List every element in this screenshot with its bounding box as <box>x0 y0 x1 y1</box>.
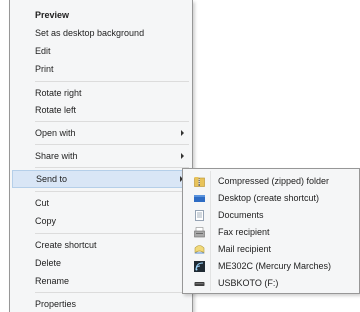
menu-item-rotate-right[interactable]: Rotate right <box>12 84 190 102</box>
menu-separator <box>35 121 189 122</box>
menu-item-label: Open with <box>35 128 76 138</box>
menu-item-label: Rename <box>35 276 70 286</box>
menu-item-create-shortcut[interactable]: Create shortcut <box>12 236 190 254</box>
submenu-item-label: ME302C (Mercury Marches) <box>218 261 332 271</box>
menu-item-share-with[interactable]: Share with <box>12 147 190 165</box>
menu-separator <box>35 144 189 145</box>
menu-item-properties[interactable]: Properties <box>12 295 190 312</box>
submenu-item-label: Documents <box>218 210 264 220</box>
device-icon <box>194 261 205 272</box>
submenu-item-compressed-folder[interactable]: Compressed (zipped) folder <box>185 173 357 190</box>
menu-item-delete[interactable]: Delete <box>12 254 190 272</box>
menu-item-label: Set as desktop background <box>35 28 145 38</box>
menu-item-cut[interactable]: Cut <box>12 194 190 212</box>
submenu-item-label: Mail recipient <box>218 244 272 254</box>
submenu-item-fax-recipient[interactable]: Fax recipient <box>185 224 357 241</box>
zip-folder-icon <box>194 177 205 187</box>
submenu-item-label: Fax recipient <box>218 227 270 237</box>
menu-item-label: Edit <box>35 46 51 56</box>
menu-item-rotate-left[interactable]: Rotate left <box>12 101 190 119</box>
menu-separator <box>35 233 189 234</box>
context-menu: Preview Set as desktop background Edit P… <box>9 0 193 312</box>
submenu-item-label: Desktop (create shortcut) <box>218 193 320 203</box>
mail-icon <box>194 245 205 254</box>
menu-item-label: Delete <box>35 258 62 268</box>
menu-item-preview[interactable]: Preview <box>12 6 190 24</box>
send-to-submenu: Compressed (zipped) folder Desktop (crea… <box>182 168 360 294</box>
submenu-item-me302c[interactable]: ME302C (Mercury Marches) <box>185 258 357 275</box>
desktop-icon <box>194 195 205 202</box>
menu-item-label: Send to <box>36 174 68 184</box>
menu-item-print[interactable]: Print <box>12 60 190 78</box>
submenu-item-mail-recipient[interactable]: Mail recipient <box>185 241 357 258</box>
submenu-arrow-icon <box>181 153 184 159</box>
menu-item-edit[interactable]: Edit <box>12 42 190 60</box>
submenu-item-label: USBKOTO (F:) <box>218 278 279 288</box>
submenu-item-desktop-shortcut[interactable]: Desktop (create shortcut) <box>185 190 357 207</box>
menu-item-label: Copy <box>35 216 57 226</box>
menu-item-label: Print <box>35 64 54 74</box>
menu-item-copy[interactable]: Copy <box>12 212 190 230</box>
submenu-arrow-icon <box>181 130 184 136</box>
menu-item-set-as-desktop-background[interactable]: Set as desktop background <box>12 24 190 42</box>
menu-item-label: Cut <box>35 198 50 208</box>
menu-item-label: Create shortcut <box>35 240 97 250</box>
menu-item-label: Rotate right <box>35 88 82 98</box>
documents-icon <box>195 210 204 221</box>
menu-separator <box>35 292 189 293</box>
menu-separator <box>35 167 189 168</box>
desktop-area: Preview Set as desktop background Edit P… <box>0 0 360 312</box>
usb-drive-icon <box>194 282 205 286</box>
menu-separator <box>35 191 189 192</box>
menu-item-label: Share with <box>35 151 78 161</box>
menu-item-label: Preview <box>35 10 70 20</box>
menu-item-label: Properties <box>35 299 77 309</box>
menu-item-send-to[interactable]: Send to <box>12 170 190 188</box>
fax-icon <box>194 227 205 238</box>
menu-item-open-with[interactable]: Open with <box>12 124 190 142</box>
menu-separator <box>35 81 189 82</box>
submenu-item-usb-drive[interactable]: USBKOTO (F:) <box>185 275 357 292</box>
submenu-item-label: Compressed (zipped) folder <box>218 176 330 186</box>
menu-item-label: Rotate left <box>35 105 77 115</box>
menu-item-rename[interactable]: Rename <box>12 272 190 290</box>
submenu-item-documents[interactable]: Documents <box>185 207 357 224</box>
